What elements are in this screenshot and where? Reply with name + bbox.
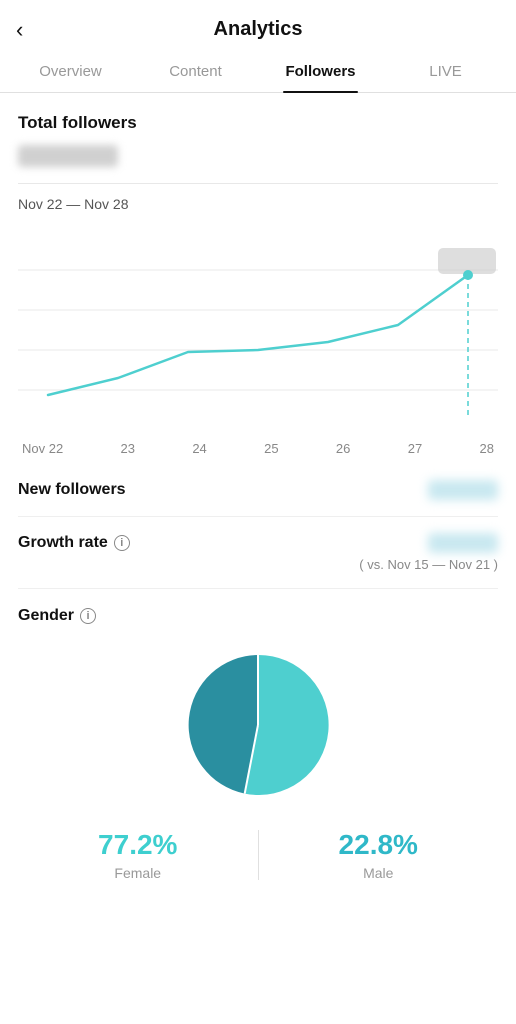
main-content: Total followers Nov 22 — Nov 28 Nov 22 2… xyxy=(0,93,516,919)
growth-rate-label-group: Growth rate i xyxy=(18,534,130,552)
x-label-25: 25 xyxy=(264,441,278,456)
gender-pie-container xyxy=(18,645,498,805)
gender-pie-chart xyxy=(178,645,338,805)
divider-1 xyxy=(18,183,498,184)
female-percent: 77.2% xyxy=(18,829,258,861)
header: ‹ Analytics xyxy=(0,0,516,51)
x-label-nov22: Nov 22 xyxy=(22,441,63,456)
male-label: Male xyxy=(259,865,499,881)
followers-chart: Nov 22 23 24 25 26 27 28 xyxy=(18,230,498,456)
tab-overview[interactable]: Overview xyxy=(8,51,133,92)
chart-svg xyxy=(18,230,498,430)
x-label-23: 23 xyxy=(121,441,135,456)
tab-content[interactable]: Content xyxy=(133,51,258,92)
growth-rate-top: Growth rate i xyxy=(18,533,498,553)
date-range: Nov 22 — Nov 28 xyxy=(18,196,498,212)
gender-info-icon[interactable]: i xyxy=(80,608,96,624)
tab-live[interactable]: LIVE xyxy=(383,51,508,92)
growth-rate-value xyxy=(428,533,498,553)
gender-section: Gender i xyxy=(18,589,498,899)
male-percent: 22.8% xyxy=(259,829,499,861)
growth-rate-row: Growth rate i ( vs. Nov 15 — Nov 21 ) xyxy=(18,517,498,589)
new-followers-row: New followers xyxy=(18,464,498,517)
tab-bar: Overview Content Followers LIVE xyxy=(0,51,516,93)
new-followers-label: New followers xyxy=(18,481,126,499)
x-label-24: 24 xyxy=(192,441,206,456)
male-stat: 22.8% Male xyxy=(259,829,499,881)
female-stat: 77.2% Female xyxy=(18,829,258,881)
gender-stats: 77.2% Female 22.8% Male xyxy=(18,829,498,881)
tab-followers[interactable]: Followers xyxy=(258,51,383,92)
gender-label-group: Gender i xyxy=(18,607,498,625)
x-axis-labels: Nov 22 23 24 25 26 27 28 xyxy=(18,435,498,456)
x-label-28: 28 xyxy=(480,441,494,456)
female-label: Female xyxy=(18,865,258,881)
total-followers-value xyxy=(18,145,118,167)
gender-label-text: Gender xyxy=(18,607,74,625)
growth-rate-label-text: Growth rate xyxy=(18,534,108,552)
new-followers-value xyxy=(428,480,498,500)
total-followers-title: Total followers xyxy=(18,113,498,133)
growth-rate-info-icon[interactable]: i xyxy=(114,535,130,551)
back-button[interactable]: ‹ xyxy=(16,17,23,43)
x-label-26: 26 xyxy=(336,441,350,456)
growth-compare-text: ( vs. Nov 15 — Nov 21 ) xyxy=(18,557,498,572)
x-label-27: 27 xyxy=(408,441,422,456)
page-title: Analytics xyxy=(214,18,303,41)
